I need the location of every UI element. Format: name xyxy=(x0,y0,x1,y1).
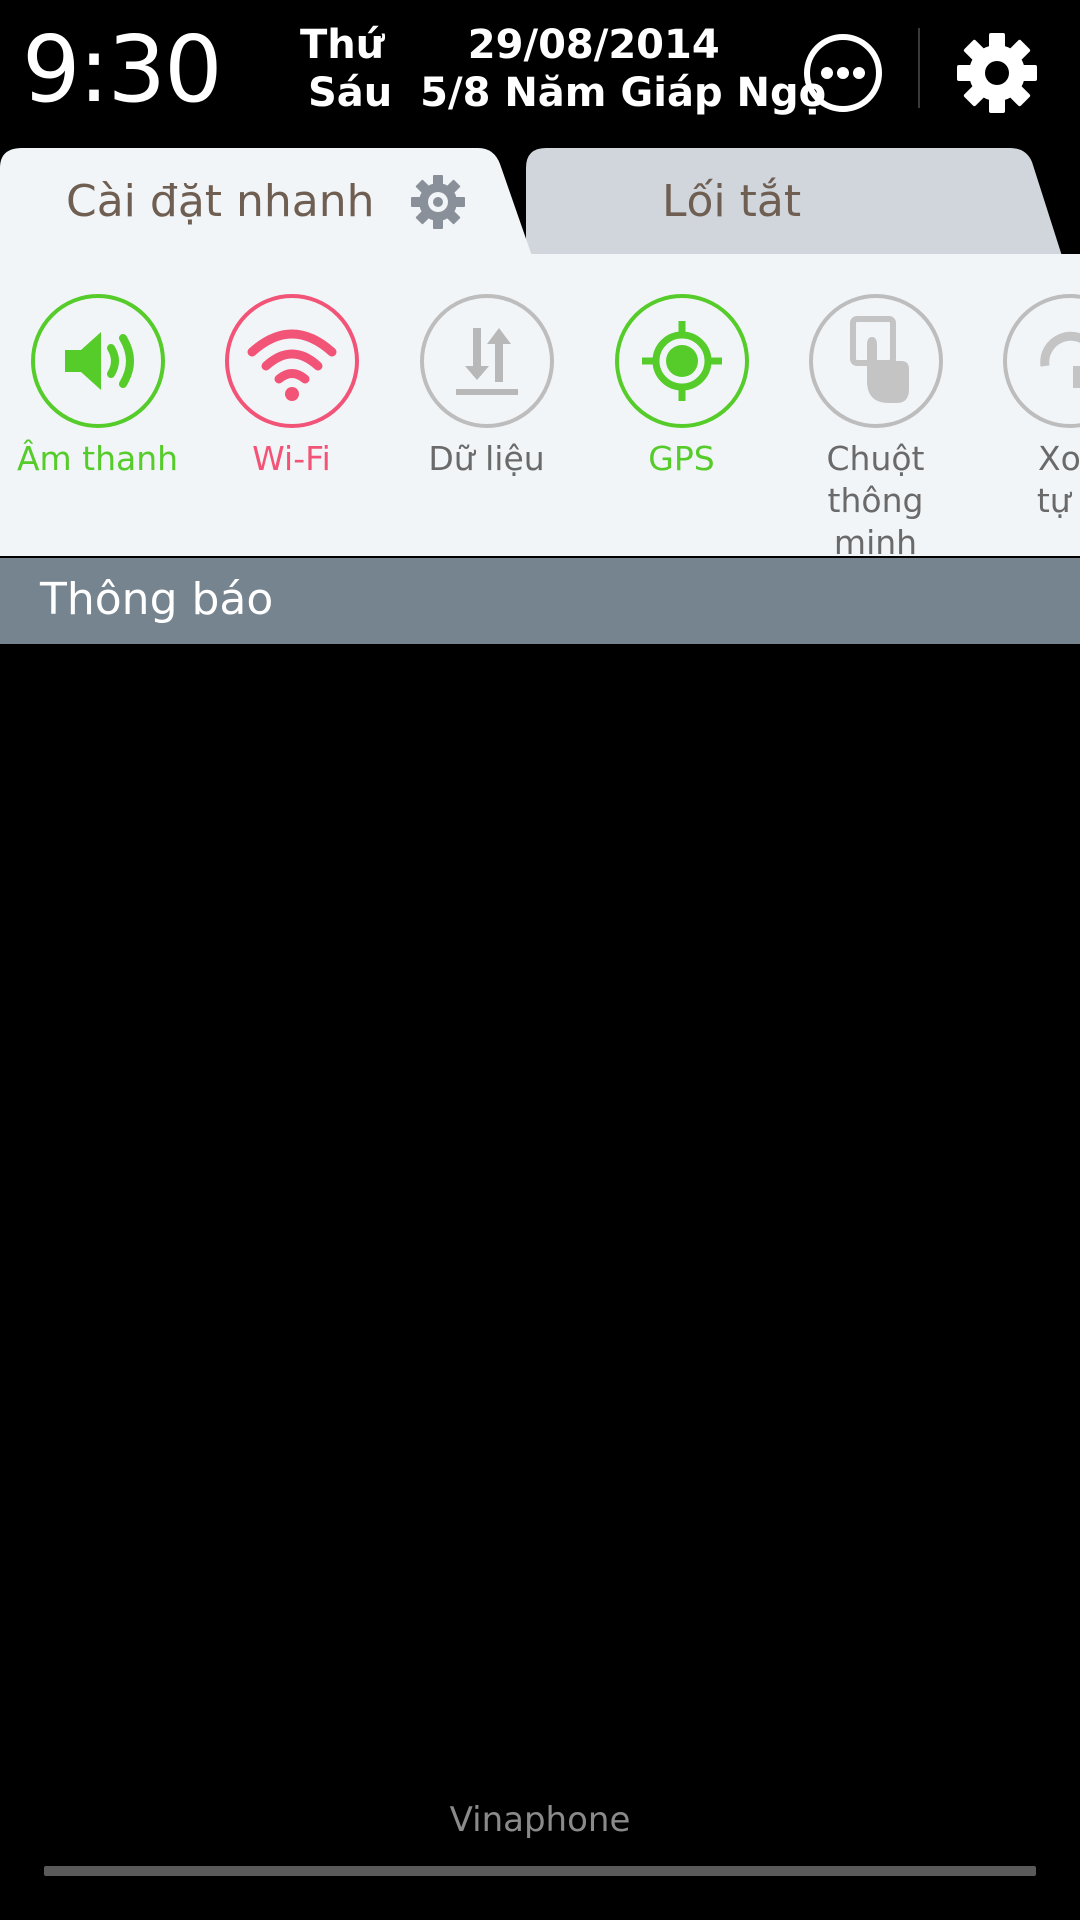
tile-auto-rotate-circle xyxy=(1002,294,1080,428)
tile-sound-circle xyxy=(30,294,165,428)
tile-wifi[interactable]: Wi-Fi xyxy=(194,294,389,480)
header-divider xyxy=(918,28,920,108)
more-options-button[interactable] xyxy=(800,30,886,116)
panel-drag-handle[interactable] xyxy=(44,1866,1036,1876)
tile-label: Âm thanh xyxy=(16,439,179,478)
quick-settings-panel: Âm thanh Wi-Fi Dữ liệu GPS Chuột thông m… xyxy=(0,254,1080,556)
clock: 9:30 xyxy=(22,16,223,123)
date-line-2: Sáu 5/8 Năm Giáp Ngọ xyxy=(308,70,827,116)
tile-label: Dữ liệu xyxy=(428,439,545,478)
tile-data[interactable]: Dữ liệu xyxy=(389,294,584,480)
tile-label: Chuột thông minh xyxy=(826,439,925,556)
tab-shortcuts[interactable]: Lối tắt xyxy=(662,176,801,227)
tile-smart-mouse-circle xyxy=(808,294,943,428)
tile-gps[interactable]: GPS xyxy=(584,294,779,480)
date-line-1: Thứ 29/08/2014 xyxy=(300,22,720,68)
speaker-icon xyxy=(64,332,134,390)
tile-label: Wi-Fi xyxy=(252,439,331,478)
notifications-title: Thông báo xyxy=(40,574,274,625)
gear-icon xyxy=(411,175,465,229)
gps-icon xyxy=(641,321,722,401)
smart-mouse-icon xyxy=(849,316,909,403)
settings-button[interactable] xyxy=(954,30,1040,116)
tile-wifi-circle xyxy=(224,294,359,428)
wifi-icon xyxy=(247,329,336,401)
status-header: 9:30 Thứ 29/08/2014 Sáu 5/8 Năm Giáp Ngọ xyxy=(0,0,1080,150)
gear-icon xyxy=(957,33,1037,113)
tile-auto-rotate[interactable]: Xoa tự đ xyxy=(972,294,1080,522)
tab-quick-settings[interactable]: Cài đặt nhanh xyxy=(66,176,375,227)
tile-sound[interactable]: Âm thanh xyxy=(0,294,195,480)
tile-smart-mouse[interactable]: Chuột thông minh xyxy=(778,294,973,556)
rotate-icon xyxy=(1039,331,1080,388)
tile-label: Xoa tự đ xyxy=(1036,439,1080,520)
tile-label: GPS xyxy=(648,439,715,478)
tile-gps-circle xyxy=(614,294,749,428)
quick-settings-edit-button[interactable] xyxy=(408,172,468,232)
panel-tabs: Cài đặt nhanh Lối tắt xyxy=(0,146,1080,256)
notifications-header: Thông báo xyxy=(0,558,1080,644)
data-transfer-icon xyxy=(455,328,518,395)
carrier-label: Vinaphone xyxy=(449,1800,631,1840)
tile-data-circle xyxy=(419,294,554,428)
more-icon xyxy=(804,34,882,112)
